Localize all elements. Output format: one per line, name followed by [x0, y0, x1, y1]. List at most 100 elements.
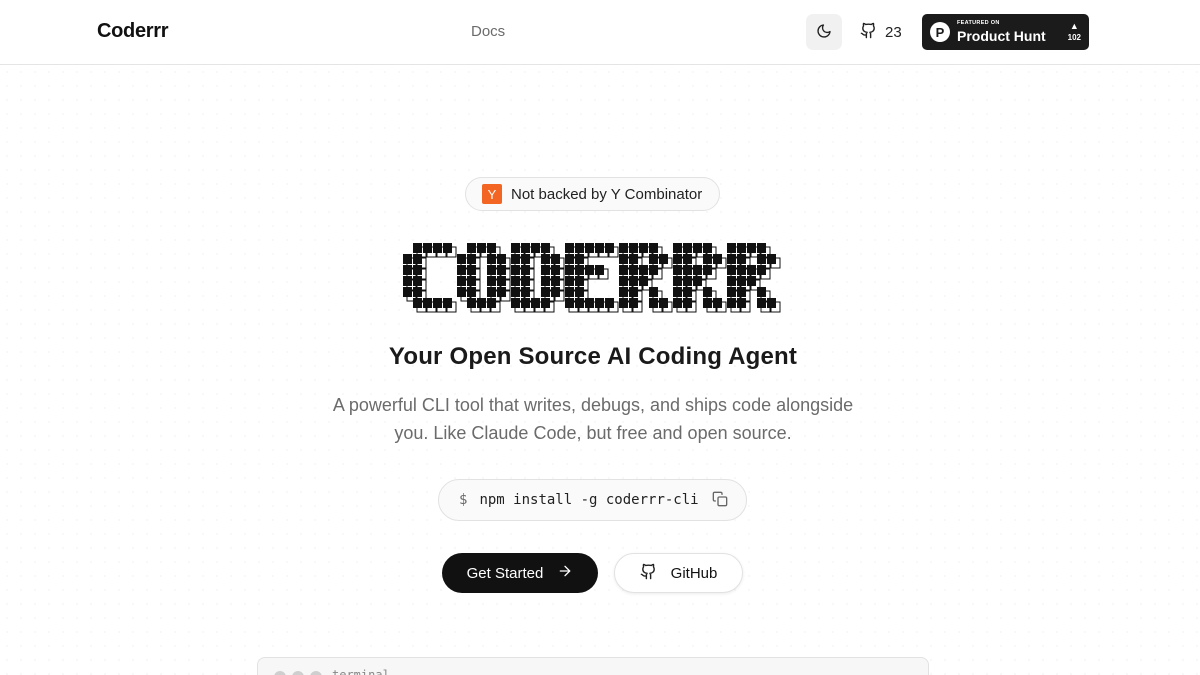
logo-block: [703, 298, 712, 308]
logo-block: [423, 298, 432, 308]
logo-block: [487, 287, 496, 297]
install-command-box: $ npm install -g coderrr-cli: [438, 479, 747, 521]
logo-block: [639, 243, 648, 253]
logo-block: [673, 265, 682, 275]
logo-block: [565, 287, 574, 297]
github-button[interactable]: GitHub: [614, 553, 743, 593]
logo-block: [413, 298, 422, 308]
get-started-button[interactable]: Get Started: [442, 553, 598, 593]
logo-block: [649, 254, 658, 264]
logo-block: [747, 265, 756, 275]
logo-block: [487, 254, 496, 264]
logo-block: [497, 276, 506, 286]
logo-block: [531, 243, 540, 253]
logo-block: [757, 243, 766, 253]
ascii-art-logo: [403, 243, 781, 313]
shell-prompt: $: [459, 492, 468, 508]
nav-link-docs[interactable]: Docs: [471, 23, 505, 40]
logo-block: [639, 265, 648, 275]
logo-block: [521, 276, 530, 286]
logo-block: [683, 276, 692, 286]
logo-block: [757, 287, 766, 297]
logo-block: [551, 254, 560, 264]
logo-block: [511, 276, 520, 286]
logo-block: [531, 298, 540, 308]
logo-block: [565, 243, 574, 253]
logo-block: [629, 287, 638, 297]
logo-block: [541, 265, 550, 275]
logo-block: [629, 254, 638, 264]
logo-block: [713, 298, 722, 308]
logo-block: [673, 243, 682, 253]
github-icon: [640, 563, 657, 584]
logo-block: [457, 265, 466, 275]
logo-block: [727, 254, 736, 264]
logo-block: [619, 243, 628, 253]
logo-block: [497, 254, 506, 264]
terminal-preview: terminal: [257, 657, 929, 675]
logo-block: [541, 254, 550, 264]
logo-block: [575, 276, 584, 286]
logo-block: [747, 276, 756, 286]
logo-block: [619, 287, 628, 297]
logo-block: [693, 265, 702, 275]
logo-block: [551, 287, 560, 297]
logo-block: [673, 287, 682, 297]
logo-block: [565, 265, 574, 275]
logo-block: [727, 276, 736, 286]
logo-block: [683, 265, 692, 275]
logo-block: [683, 287, 692, 297]
logo-block: [575, 243, 584, 253]
logo-block: [673, 298, 682, 308]
logo-block: [551, 265, 560, 275]
logo-block: [757, 254, 766, 264]
theme-toggle-button[interactable]: [806, 14, 842, 50]
logo-block: [413, 287, 422, 297]
logo-block: [551, 276, 560, 286]
logo-block: [413, 254, 422, 264]
logo-block: [511, 265, 520, 275]
logo-block: [541, 276, 550, 286]
logo-block: [487, 243, 496, 253]
logo-block: [521, 287, 530, 297]
logo-block: [595, 298, 604, 308]
github-stars-link[interactable]: 23: [860, 18, 902, 46]
logo-block: [767, 254, 776, 264]
install-command: npm install -g coderrr-cli: [479, 492, 699, 508]
logo-block: [511, 254, 520, 264]
window-dot-minimize: [292, 671, 304, 675]
logo-block: [737, 287, 746, 297]
logo-block: [565, 276, 574, 286]
site-header: Coderrr Docs 23 P FEATURED ON Product Hu…: [0, 0, 1200, 65]
logo-block: [683, 298, 692, 308]
logo-block: [629, 265, 638, 275]
window-dot-maximize: [310, 671, 322, 675]
logo-block: [403, 276, 412, 286]
logo-block: [659, 298, 668, 308]
product-hunt-badge[interactable]: P FEATURED ON Product Hunt ▲ 102: [922, 14, 1089, 50]
github-star-count: 23: [885, 23, 902, 41]
logo-block: [737, 298, 746, 308]
logo-block: [477, 298, 486, 308]
brand-logo[interactable]: Coderrr: [97, 20, 169, 43]
logo-block: [413, 243, 422, 253]
logo-block: [511, 298, 520, 308]
logo-block: [639, 276, 648, 286]
terminal-title: terminal: [332, 668, 390, 675]
logo-block: [511, 287, 520, 297]
y-combinator-logo-icon: Y: [482, 184, 502, 204]
copy-command-button[interactable]: [711, 491, 729, 509]
logo-block: [737, 254, 746, 264]
copy-icon: [712, 491, 728, 510]
yc-badge-text: Not backed by Y Combinator: [511, 185, 703, 203]
yc-badge: Y Not backed by Y Combinator: [465, 177, 720, 211]
logo-block: [585, 243, 594, 253]
logo-block: [433, 243, 442, 253]
logo-block: [747, 243, 756, 253]
github-button-label: GitHub: [670, 564, 718, 582]
logo-block: [403, 254, 412, 264]
logo-block: [521, 243, 530, 253]
logo-block: [575, 287, 584, 297]
logo-block: [727, 287, 736, 297]
logo-block: [619, 254, 628, 264]
